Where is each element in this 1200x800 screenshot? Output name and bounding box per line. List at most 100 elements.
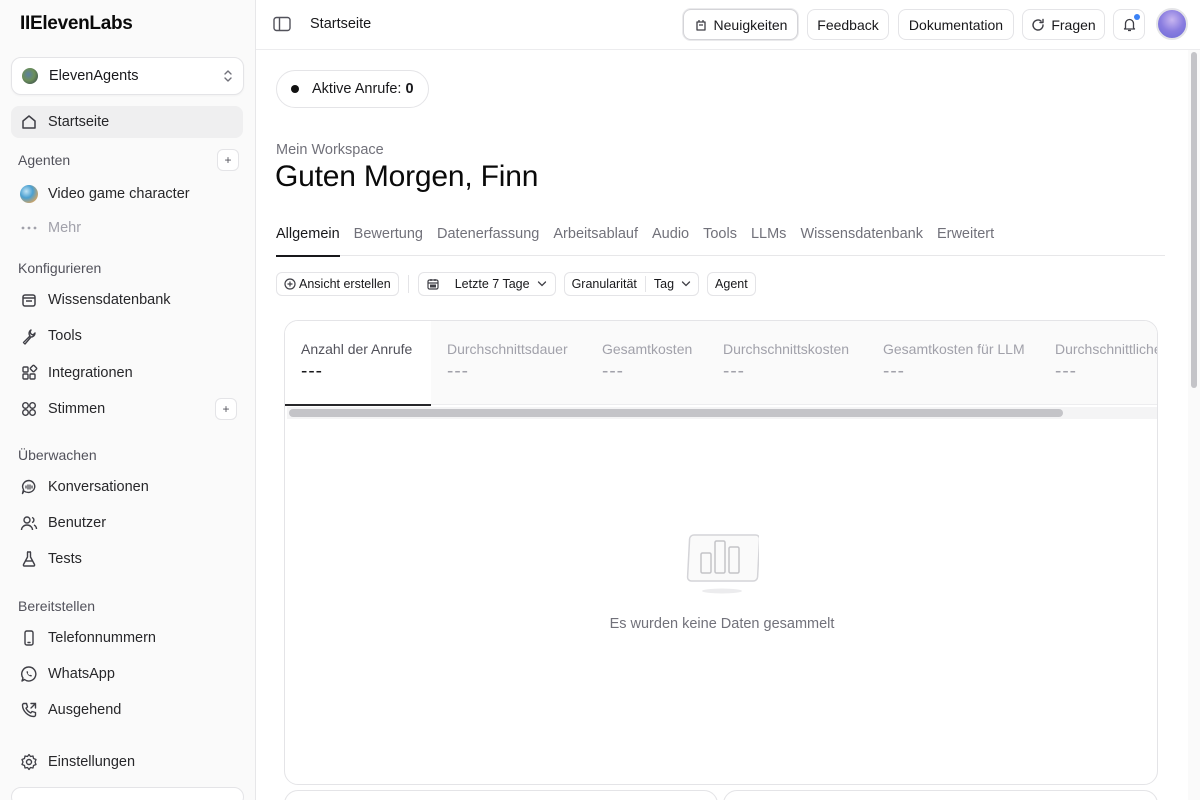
- agent-avatar-icon: [19, 184, 39, 204]
- sidebar-item-label: Benutzer: [48, 515, 107, 531]
- metric-label: Durchschnittsdauer: [447, 341, 568, 357]
- granularity-label: Granularität: [571, 277, 637, 291]
- sidebar-item-tests[interactable]: Tests: [11, 543, 243, 575]
- sidebar-toggle-icon[interactable]: [273, 16, 291, 32]
- sidebar-item-home[interactable]: Startseite: [11, 106, 243, 138]
- sidebar-item-label: Telefonnummern: [48, 630, 156, 646]
- feedback-button-label: Feedback: [817, 16, 879, 33]
- plus-circle-icon: [284, 278, 296, 290]
- chevron-up-down-icon: [223, 69, 233, 84]
- active-calls-value: 0: [405, 81, 414, 97]
- tab-evaluation[interactable]: Bewertung: [354, 222, 423, 256]
- chat-refresh-icon: [1031, 18, 1045, 32]
- metric-call-count[interactable]: Anzahl der Anrufe ---: [285, 321, 431, 406]
- tab-tools[interactable]: Tools: [703, 222, 737, 256]
- ask-button[interactable]: Fragen: [1022, 9, 1105, 40]
- metric-label: Durchschnittskosten: [723, 341, 850, 357]
- create-view-button[interactable]: Ansicht erstellen: [276, 272, 399, 296]
- top-bar: Startseite Neuigkeiten Feedback Dokument…: [256, 0, 1200, 50]
- tab-advanced[interactable]: Erweitert: [937, 222, 994, 256]
- vertical-scrollbar[interactable]: [1188, 50, 1200, 800]
- metric-average-cost[interactable]: Durchschnittskosten ---: [707, 321, 867, 405]
- sidebar-item-label: WhatsApp: [48, 666, 115, 682]
- metrics-card: Anzahl der Anrufe --- Durchschnittsdauer…: [284, 320, 1158, 785]
- filter-bar: Ansicht erstellen Letzte 7 Tage Granular…: [276, 272, 756, 296]
- sidebar-item-label: Ausgehend: [48, 702, 122, 718]
- tab-knowledge-base[interactable]: Wissensdatenbank: [800, 222, 923, 256]
- sidebar-item-label: Tools: [48, 328, 82, 344]
- granularity-value: Tag: [653, 277, 675, 291]
- sidebar-item-whatsapp[interactable]: WhatsApp: [11, 658, 243, 690]
- chevron-down-icon: [681, 281, 691, 287]
- metric-value: ---: [447, 361, 469, 382]
- chevron-down-icon: [537, 281, 547, 287]
- analytics-tabs: Allgemein Bewertung Datenerfassung Arbei…: [276, 222, 1165, 257]
- horizontal-scrollbar[interactable]: [287, 407, 1157, 419]
- filter-divider: [407, 275, 409, 293]
- section-label-deploy: Bereitstellen: [18, 598, 96, 614]
- sidebar-item-outbound[interactable]: Ausgehend: [11, 694, 243, 726]
- page-title: Guten Morgen, Finn: [275, 160, 539, 193]
- sidebar-item-knowledge-base[interactable]: Wissensdatenbank: [11, 284, 243, 316]
- sidebar-item-conversations[interactable]: Konversationen: [11, 471, 243, 503]
- notifications-button[interactable]: [1113, 9, 1145, 40]
- tab-data-collection[interactable]: Datenerfassung: [437, 222, 539, 256]
- sidebar-item-settings[interactable]: Einstellungen: [11, 746, 243, 778]
- granularity-select[interactable]: Granularität Tag: [563, 272, 700, 296]
- metric-total-llm-cost[interactable]: Gesamtkosten für LLM ---: [867, 321, 1039, 405]
- tab-audio[interactable]: Audio: [652, 222, 689, 256]
- folder-icon: [19, 290, 39, 310]
- add-agent-button[interactable]: +: [217, 149, 239, 171]
- status-dot: [291, 85, 299, 93]
- account-card[interactable]: [11, 787, 244, 800]
- flask-icon: [19, 549, 39, 569]
- sidebar-item-voices[interactable]: Stimmen: [11, 393, 243, 425]
- sidebar-item-label: Einstellungen: [48, 754, 136, 770]
- feedback-button[interactable]: Feedback: [807, 9, 889, 40]
- agent-filter-button[interactable]: Agent: [707, 272, 756, 296]
- workspace-selector-label: ElevenAgents: [49, 68, 139, 84]
- sidebar-item-tools[interactable]: Tools: [11, 320, 243, 352]
- scrollbar-thumb[interactable]: [289, 409, 1063, 417]
- news-button[interactable]: Neuigkeiten: [683, 9, 798, 40]
- tab-general[interactable]: Allgemein: [276, 222, 340, 257]
- workspace-selector[interactable]: ElevenAgents: [11, 57, 244, 95]
- add-voice-button[interactable]: +: [215, 398, 237, 420]
- elevenlabs-logo[interactable]: IIElevenLabs: [20, 13, 133, 35]
- agent-filter-label: Agent: [715, 277, 748, 291]
- section-label-monitor: Überwachen: [18, 447, 97, 463]
- granularity-divider: [644, 276, 646, 292]
- secondary-card-left: [284, 790, 718, 800]
- metric-value: ---: [1055, 361, 1077, 382]
- documentation-button[interactable]: Dokumentation: [898, 9, 1014, 40]
- tab-llms[interactable]: LLMs: [751, 222, 786, 256]
- metric-label: Gesamtkosten: [602, 341, 693, 357]
- documentation-button-label: Dokumentation: [908, 16, 1004, 33]
- sidebar-item-more[interactable]: Mehr: [11, 212, 243, 244]
- sidebar-item-agent[interactable]: Video game character: [11, 178, 243, 210]
- scrollbar-thumb[interactable]: [1191, 52, 1197, 388]
- active-calls-pill: Aktive Anrufe: 0: [276, 70, 429, 108]
- metric-label: Durchschnittliche: [1055, 341, 1158, 357]
- tab-workflow[interactable]: Arbeitsablauf: [553, 222, 638, 256]
- ellipsis-icon: [19, 218, 39, 238]
- metric-value: ---: [883, 361, 905, 382]
- date-range-select[interactable]: Letzte 7 Tage: [417, 272, 556, 296]
- gear-icon: [19, 752, 39, 772]
- bell-icon: [1122, 14, 1140, 32]
- metric-tabs: Anzahl der Anrufe --- Durchschnittsdauer…: [285, 321, 1158, 406]
- metric-total-cost[interactable]: Gesamtkosten ---: [586, 321, 707, 405]
- active-calls-label: Aktive Anrufe:: [312, 81, 402, 97]
- sidebar-item-label: Startseite: [48, 114, 110, 130]
- metric-value: ---: [723, 361, 745, 382]
- conversation-icon: [19, 477, 39, 497]
- user-avatar[interactable]: [1156, 8, 1188, 40]
- metric-average-duration[interactable]: Durchschnittsdauer ---: [431, 321, 586, 405]
- sidebar-item-phone-numbers[interactable]: Telefonnummern: [11, 622, 243, 654]
- sidebar-item-integrations[interactable]: Integrationen: [11, 357, 243, 389]
- sidebar-item-label: Stimmen: [48, 401, 106, 417]
- section-label-configure: Konfigurieren: [18, 260, 102, 276]
- metric-average-llm-cost[interactable]: Durchschnittliche ---: [1039, 321, 1158, 405]
- notification-dot: [1133, 14, 1140, 20]
- sidebar-item-users[interactable]: Benutzer: [11, 507, 243, 539]
